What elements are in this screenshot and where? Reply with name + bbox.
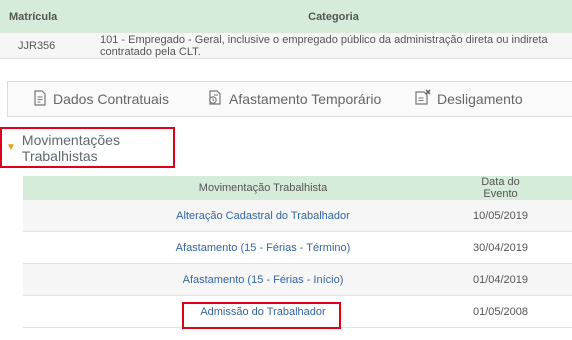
data-evento: 30/04/2019 <box>472 241 529 254</box>
table-row: Afastamento (15 - Férias - Início) 01/04… <box>23 264 572 296</box>
tab-label: Afastamento Temporário <box>229 91 382 107</box>
action-tab-bar: Dados Contratuais Afastamento Temporário… <box>7 81 572 117</box>
movimentacoes-section-toggle[interactable]: ▼ Movimentações Trabalhistas <box>0 127 175 168</box>
tab-label: Desligamento <box>437 91 523 107</box>
data-evento: 10/05/2019 <box>472 209 529 222</box>
matricula-table-header: Matrícula Categoria <box>0 0 572 33</box>
termination-document-icon <box>415 89 437 109</box>
document-icon <box>33 89 53 109</box>
table-row: Alteração Cadastral do Trabalhador 10/05… <box>23 200 572 232</box>
leave-document-icon <box>208 89 229 109</box>
caret-down-icon: ▼ <box>6 142 16 153</box>
movimentacoes-table: Movimentação Trabalhista Data do Evento … <box>23 176 572 328</box>
movimentacoes-rows: Alteração Cadastral do Trabalhador 10/05… <box>23 200 572 328</box>
tab-dados-contratuais[interactable]: Dados Contratuais <box>33 89 169 109</box>
movimentacao-link[interactable]: Afastamento (15 - Férias - Início) <box>183 274 344 286</box>
tab-label: Dados Contratuais <box>53 91 169 107</box>
tab-desligamento[interactable]: Desligamento <box>415 89 523 109</box>
data-evento: 01/05/2008 <box>472 305 529 318</box>
movimentacoes-table-header: Movimentação Trabalhista Data do Evento <box>23 176 572 200</box>
matricula-value: JJR356 <box>18 39 56 52</box>
movimentacao-link[interactable]: Afastamento (15 - Férias - Término) <box>176 242 351 254</box>
column-header-movimentacao: Movimentação Trabalhista <box>198 182 328 194</box>
movimentacao-link[interactable]: Admissão do Trabalhador <box>200 306 325 318</box>
categoria-value: 101 - Empregado - Geral, inclusive o emp… <box>100 33 548 58</box>
table-row: JJR356 101 - Empregado - Geral, inclusiv… <box>0 33 572 59</box>
table-row: Afastamento (15 - Férias - Término) 30/0… <box>23 232 572 264</box>
column-header-categoria: Categoria <box>308 10 359 23</box>
section-title: Movimentações Trabalhistas <box>21 131 120 164</box>
matricula-table: Matrícula Categoria JJR356 101 - Emprega… <box>0 0 572 59</box>
column-header-matricula: Matrícula <box>9 10 58 23</box>
column-header-data: Data do Evento <box>481 176 520 200</box>
data-evento: 01/04/2019 <box>472 273 529 286</box>
table-row: Admissão do Trabalhador 01/05/2008 <box>23 296 572 328</box>
movimentacao-link[interactable]: Alteração Cadastral do Trabalhador <box>176 210 350 222</box>
tab-afastamento-temporario[interactable]: Afastamento Temporário <box>208 89 381 109</box>
